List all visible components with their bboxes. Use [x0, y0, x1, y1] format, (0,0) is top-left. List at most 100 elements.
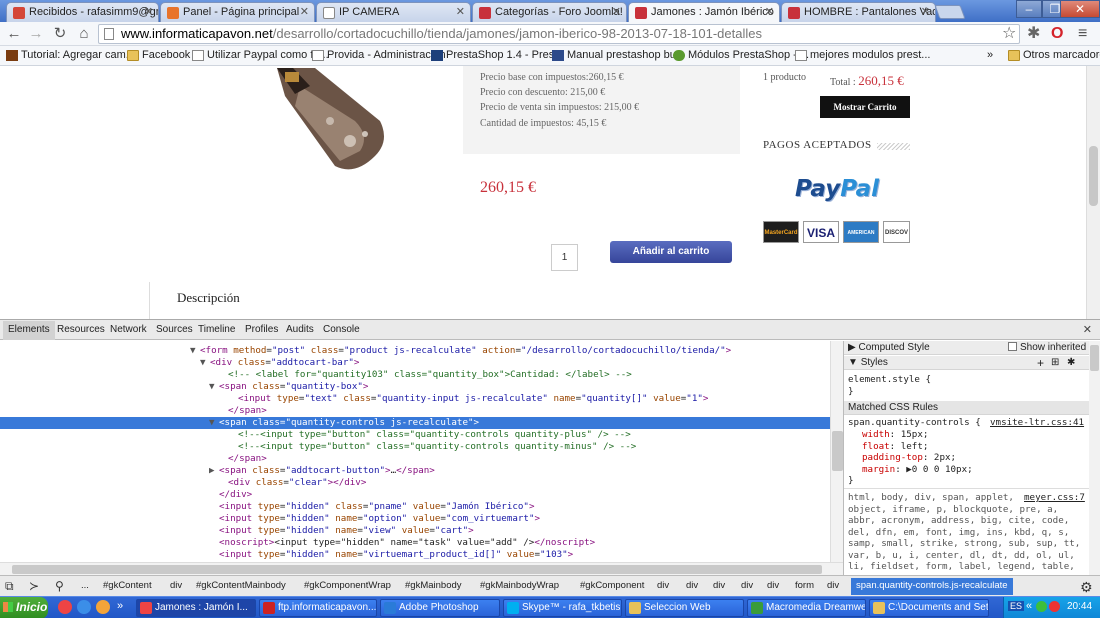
devtools-tab-elements[interactable]: Elements [3, 321, 55, 340]
reload-icon[interactable]: ↻ [50, 25, 70, 43]
scrollbar-thumb[interactable] [1090, 345, 1099, 371]
dom-scrollbar[interactable] [830, 341, 843, 562]
toggle-state-icon[interactable]: ⊞ [1051, 356, 1059, 370]
bookmarks-overflow[interactable]: » [987, 49, 993, 61]
breadcrumb-selected[interactable]: span.quantity-controls.js-recalculate [851, 578, 1013, 595]
bookmark-prestashop[interactable]: PrestaShop 1.4 - Pres... [431, 49, 563, 61]
search-icon[interactable]: ⚲ [55, 579, 64, 593]
breadcrumb-ellipsis[interactable]: ... [81, 580, 89, 591]
css-property[interactable]: float: left; [862, 441, 928, 452]
minimize-button[interactable]: – [1016, 0, 1042, 18]
dom-node[interactable]: </div> [0, 489, 830, 501]
css-property[interactable]: margin: ▶0 0 0 10px; [862, 464, 973, 475]
dom-node[interactable]: <!--<input type="button" class="quantity… [0, 429, 830, 441]
add-rule-icon[interactable]: + [1037, 356, 1044, 370]
breadcrumb-item[interactable]: #gkContent [103, 580, 152, 591]
css-property[interactable]: padding-top: 2px; [862, 452, 956, 463]
page-scrollbar[interactable] [1086, 66, 1100, 319]
forward-arrow-icon[interactable]: → [26, 25, 46, 43]
tab-panel[interactable]: Panel - Página principal ✕ [160, 2, 315, 22]
breadcrumb-item[interactable]: div [741, 580, 753, 591]
breadcrumb-item[interactable]: #gkComponentWrap [304, 580, 391, 591]
ham-product-image[interactable] [255, 66, 390, 181]
bookmark-provida[interactable]: Provida - Administración [312, 49, 446, 61]
close-icon[interactable]: ✕ [456, 5, 465, 18]
styles-scrollbar[interactable] [1089, 341, 1100, 575]
home-icon[interactable]: ⌂ [74, 25, 94, 43]
breadcrumb-item[interactable]: form [795, 580, 814, 591]
scrollbar-thumb[interactable] [832, 431, 843, 471]
scrollbar-thumb[interactable] [12, 565, 822, 574]
styles-header[interactable]: ▼ Styles + ⊞ ✱ [844, 356, 1090, 370]
network-icon[interactable] [1036, 601, 1047, 612]
bookmark-facebook[interactable]: Facebook [127, 49, 190, 61]
collapse-triangle-icon[interactable]: ▼ [209, 417, 215, 429]
tab-foro-joomla[interactable]: Categorías - Foro Joomla! - P ✕ [472, 2, 627, 22]
other-bookmarks[interactable]: Otros marcadores [1008, 49, 1100, 61]
extension-icon[interactable]: ✱ [1027, 25, 1040, 43]
tab-hombre[interactable]: HOMBRE : Pantalones Vaqu ✕ [781, 2, 936, 22]
breadcrumb-item[interactable]: div [686, 580, 698, 591]
dock-icon[interactable]: ⧉ [5, 579, 14, 594]
devtools-tab-timeline[interactable]: Timeline [198, 324, 235, 335]
taskbar-button[interactable]: C:\Documents and Set... [869, 599, 989, 617]
devtools-tab-sources[interactable]: Sources [156, 324, 193, 335]
close-icon[interactable]: ✕ [612, 5, 621, 18]
devtools-tab-audits[interactable]: Audits [286, 324, 314, 335]
close-icon[interactable]: ✕ [144, 5, 153, 18]
dom-horizontal-scrollbar[interactable] [0, 562, 843, 575]
back-arrow-icon[interactable]: ← [4, 25, 24, 43]
star-icon[interactable]: ☆ [1002, 25, 1016, 43]
start-button[interactable]: Inicio [0, 597, 48, 618]
dom-node[interactable]: ▼ <div class="addtocart-bar"> [0, 357, 830, 369]
bookmark-mejores[interactable]: mejores modulos prest... [795, 49, 930, 61]
window-close-button[interactable]: ✕ [1060, 0, 1100, 18]
tab-jamones[interactable]: Jamones : Jamón Ibérico ✕ [628, 2, 780, 23]
tray-expand-icon[interactable]: « [1026, 600, 1032, 612]
devtools-tab-network[interactable]: Network [110, 324, 147, 335]
rule-source-link[interactable]: vmsite-ltr.css:41 [990, 417, 1084, 428]
taskbar-button[interactable]: Jamones : Jamón I... [136, 599, 256, 617]
dom-node[interactable]: <!--<input type="button" class="quantity… [0, 441, 830, 453]
dom-node[interactable]: </span> [0, 405, 830, 417]
element-style-rule[interactable]: element.style { [848, 374, 931, 385]
taskbar-button[interactable]: Skype™ - rafa_tkbetis... [503, 599, 622, 617]
dom-node[interactable]: <noscript><input type="hidden" name="tas… [0, 537, 830, 549]
address-bar[interactable]: www.informaticapavon.net/desarrollo/cort… [98, 24, 1020, 44]
close-icon[interactable]: ✕ [300, 5, 309, 18]
tab-gmail[interactable]: Recibidos - rafasimm9@gmail ✕ [6, 2, 159, 22]
security-icon[interactable] [1049, 601, 1060, 612]
breadcrumb-item[interactable]: div [170, 580, 182, 591]
dom-node[interactable]: </span> [0, 453, 830, 465]
firefox-icon[interactable] [96, 600, 110, 614]
dom-node[interactable]: ▼ <span class="quantity-box"> [0, 381, 830, 393]
breadcrumb-item[interactable]: div [827, 580, 839, 591]
dom-node[interactable]: <div class="clear"></div> [0, 477, 830, 489]
collapse-triangle-icon[interactable]: ▼ [200, 357, 206, 369]
bookmark-manual[interactable]: Manual prestashop bu... [552, 49, 685, 61]
breadcrumb-item[interactable]: #gkMainbody [405, 580, 462, 591]
devtools-tab-console[interactable]: Console [323, 324, 360, 335]
close-icon[interactable]: ✕ [765, 5, 774, 18]
show-inherited-checkbox[interactable] [1008, 342, 1017, 351]
opera-icon[interactable]: O [1051, 25, 1063, 43]
console-drawer-icon[interactable]: ≻ [29, 579, 39, 593]
quicklaunch-more-icon[interactable]: » [117, 600, 123, 612]
breadcrumb-item[interactable]: div [767, 580, 779, 591]
quantity-input[interactable]: 1 [551, 244, 578, 271]
ua-source-link[interactable]: meyer.css:7 [1024, 492, 1085, 503]
computed-style-header[interactable]: ▶ Computed Style Show inherited [844, 341, 1090, 355]
show-cart-button[interactable]: Mostrar Carrito [820, 96, 910, 118]
dom-node[interactable]: <input type="hidden" name="virtuemart_pr… [0, 549, 830, 561]
rule-selector[interactable]: span.quantity-controls { [848, 417, 981, 428]
css-property[interactable]: width: 15px; [862, 429, 928, 440]
gear-icon[interactable]: ⚙ [1080, 579, 1093, 596]
breadcrumb-item[interactable]: div [657, 580, 669, 591]
devtools-tab-resources[interactable]: Resources [57, 324, 105, 335]
dom-node[interactable]: <input type="text" class="quantity-input… [0, 393, 830, 405]
gear-icon[interactable]: ✱ [1067, 356, 1075, 370]
devtools-tab-profiles[interactable]: Profiles [245, 324, 278, 335]
collapse-triangle-icon[interactable]: ▼ [190, 345, 196, 357]
tab-ip-camera[interactable]: IP CAMERA ✕ [316, 2, 471, 22]
taskbar-button[interactable]: ftp.informaticapavon.... [259, 599, 377, 617]
